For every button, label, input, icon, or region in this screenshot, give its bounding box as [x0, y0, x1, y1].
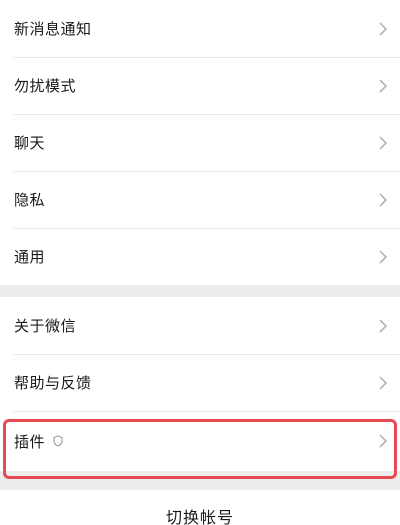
- settings-item-label: 关于微信: [14, 317, 77, 335]
- settings-item-label: 帮助与反馈: [14, 374, 92, 392]
- settings-item-label: 聊天: [14, 134, 46, 152]
- settings-item-label: 勿扰模式: [14, 77, 77, 95]
- settings-page: 新消息通知 勿扰模式 聊天 隐私 通用 关于微信 帮助与反馈 插件 切换帐号: [0, 0, 400, 525]
- settings-item-label: 插件: [14, 432, 46, 451]
- settings-item-chat[interactable]: 聊天: [0, 114, 400, 171]
- settings-item-label: 新消息通知: [14, 20, 92, 38]
- chevron-right-icon: [378, 433, 388, 449]
- settings-item-label: 隐私: [14, 191, 46, 209]
- shield-icon: [53, 435, 63, 447]
- settings-item-general[interactable]: 通用: [0, 228, 400, 285]
- settings-group-main: 新消息通知 勿扰模式 聊天 隐私 通用: [0, 0, 400, 285]
- settings-item-label: 通用: [14, 248, 46, 266]
- settings-item-new-message-notification[interactable]: 新消息通知: [0, 0, 400, 57]
- switch-account-section: 切换帐号: [0, 490, 400, 525]
- chevron-right-icon: [378, 249, 388, 265]
- chevron-right-icon: [378, 135, 388, 151]
- settings-item-privacy[interactable]: 隐私: [0, 171, 400, 228]
- settings-item-do-not-disturb[interactable]: 勿扰模式: [0, 57, 400, 114]
- chevron-right-icon: [378, 78, 388, 94]
- settings-group-about: 关于微信 帮助与反馈 插件: [0, 297, 400, 471]
- section-divider: [0, 285, 400, 297]
- chevron-right-icon: [378, 192, 388, 208]
- chevron-right-icon: [378, 318, 388, 334]
- settings-item-help-feedback[interactable]: 帮助与反馈: [0, 354, 400, 411]
- chevron-right-icon: [378, 375, 388, 391]
- settings-item-plugins[interactable]: 插件: [0, 411, 400, 471]
- chevron-right-icon: [378, 21, 388, 37]
- switch-account-button[interactable]: 切换帐号: [166, 504, 234, 525]
- settings-item-about-wechat[interactable]: 关于微信: [0, 297, 400, 354]
